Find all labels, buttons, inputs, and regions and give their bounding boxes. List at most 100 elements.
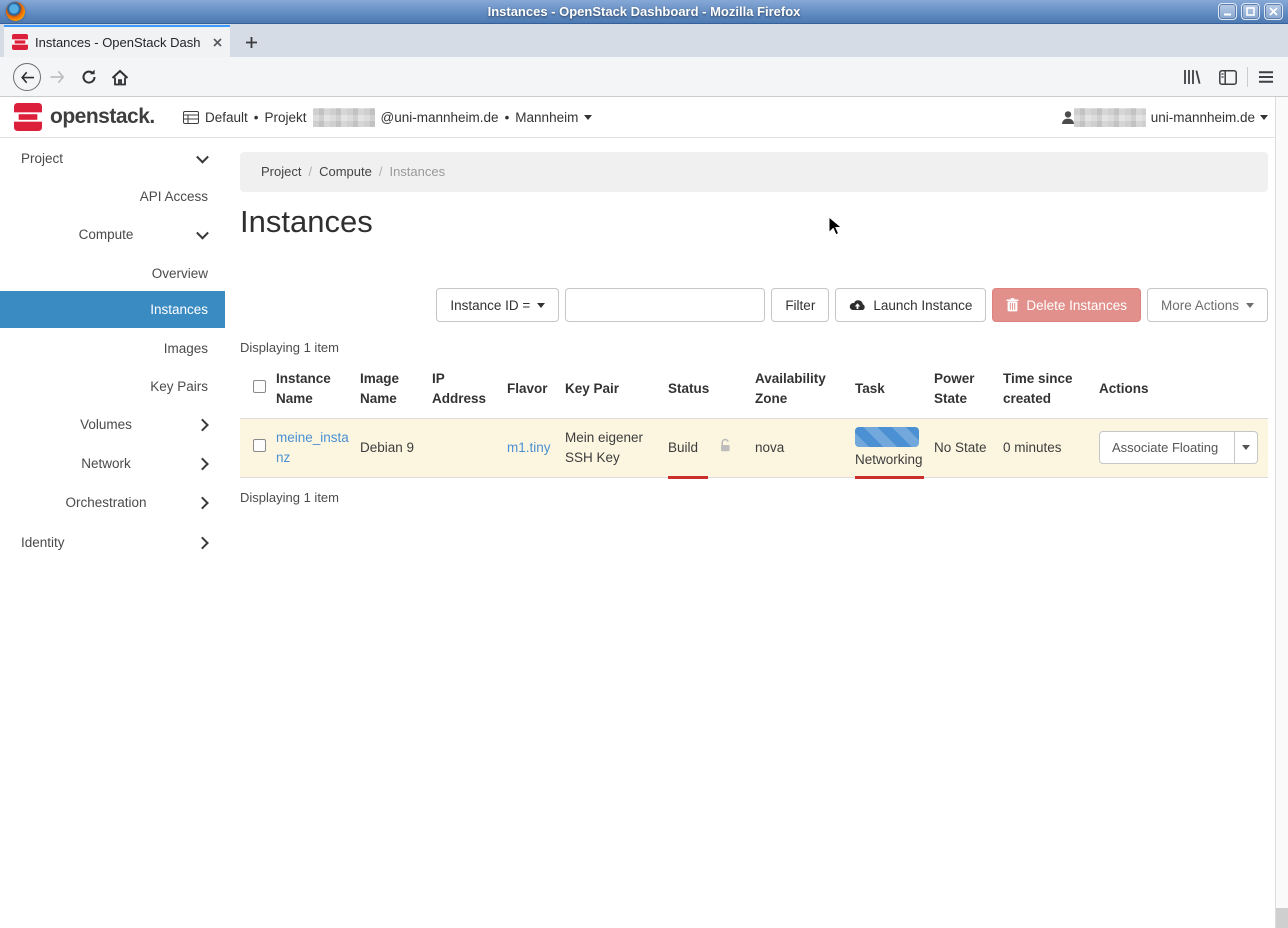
breadcrumb-compute[interactable]: Compute	[319, 164, 372, 179]
breadcrumb-project[interactable]: Project	[261, 164, 301, 179]
breadcrumb-instances: Instances	[389, 164, 445, 179]
filter-field-dropdown[interactable]: Instance ID =	[436, 288, 559, 322]
col-header-image-name: Image Name	[360, 360, 432, 418]
cell-time-since-created: 0 minutes	[1003, 418, 1099, 478]
sidebar-item-project[interactable]: Project	[0, 140, 225, 178]
table-actions-toolbar: Instance ID = Filter Launch Instance	[436, 288, 1268, 322]
filter-button[interactable]: Filter	[771, 288, 829, 322]
sidebar-navigation: Project API Access Compute Overview Inst…	[0, 138, 225, 928]
tab-title: Instances - OpenStack Dash	[35, 35, 206, 50]
window-title: Instances - OpenStack Dashboard - Mozill…	[0, 0, 1288, 24]
browser-tab[interactable]: Instances - OpenStack Dash	[4, 25, 230, 57]
home-button[interactable]	[106, 57, 134, 97]
redacted-project-name	[313, 108, 375, 127]
user-label: uni-mannheim.de	[1151, 110, 1255, 125]
window-titlebar: Instances - OpenStack Dashboard - Mozill…	[0, 0, 1288, 24]
sidebar-toggle-button[interactable]	[1214, 57, 1242, 97]
minimize-button[interactable]	[1218, 3, 1237, 20]
sidebar-item-identity[interactable]: Identity	[0, 524, 225, 562]
sidebar-item-key-pairs[interactable]: Key Pairs	[0, 368, 225, 406]
table-header-row: Instance Name Image Name IP Address Flav…	[240, 360, 1268, 418]
user-icon	[1061, 110, 1075, 125]
context-project-suffix: @uni-mannheim.de	[381, 110, 499, 125]
cell-key-pair: Mein eigener SSH Key	[565, 418, 668, 478]
breadcrumb: Project/Compute/Instances	[240, 152, 1268, 192]
back-arrow-icon	[20, 71, 35, 84]
sidebar-item-orchestration[interactable]: Orchestration	[0, 484, 225, 522]
sidebar-item-instances[interactable]: Instances	[0, 291, 225, 328]
launch-instance-button[interactable]: Launch Instance	[835, 288, 986, 322]
back-button[interactable]	[13, 63, 41, 91]
tab-bar: Instances - OpenStack Dash	[0, 24, 1288, 57]
sidebar-item-images[interactable]: Images	[0, 330, 225, 368]
openstack-logo-icon	[14, 103, 42, 131]
cell-status: Build	[668, 418, 718, 478]
col-header-lock	[718, 360, 755, 418]
col-header-task: Task	[855, 360, 934, 418]
project-context-switcher[interactable]: Default • Projekt @uni-mannheim.de • Man…	[183, 97, 592, 138]
new-tab-button[interactable]	[238, 32, 264, 52]
chevron-down-icon	[196, 151, 209, 164]
library-icon	[1183, 69, 1201, 85]
col-header-key-pair: Key Pair	[565, 360, 668, 418]
select-all-checkbox[interactable]	[253, 380, 266, 393]
reload-icon	[81, 69, 97, 85]
chevron-right-icon	[196, 497, 209, 510]
user-caret-icon	[1260, 115, 1268, 120]
forward-button[interactable]	[44, 57, 70, 97]
context-bullet2: •	[505, 110, 510, 125]
context-bullet: •	[254, 110, 259, 125]
openstack-header: openstack. Default • Projekt @uni-mannhe…	[0, 97, 1288, 138]
sidebar-item-network[interactable]: Network	[0, 445, 225, 483]
col-header-power-state: Power State	[934, 360, 1003, 418]
user-menu[interactable]: uni-mannheim.de	[1061, 97, 1268, 138]
sidebar-item-api-access[interactable]: API Access	[0, 178, 225, 216]
trash-icon	[1006, 298, 1019, 312]
close-button[interactable]	[1264, 3, 1283, 20]
col-header-time-since-created: Time since created	[1003, 360, 1099, 418]
associate-floating-ip-button[interactable]: Associate Floating IP	[1100, 432, 1234, 463]
reload-button[interactable]	[76, 57, 102, 97]
library-button[interactable]	[1178, 57, 1206, 97]
sidebar-item-compute[interactable]: Compute	[0, 216, 225, 254]
cloud-upload-icon	[849, 299, 866, 312]
chevron-right-icon	[196, 419, 209, 432]
task-label: Networking	[855, 450, 924, 470]
cell-power-state: No State	[934, 418, 1003, 478]
col-header-actions: Actions	[1099, 360, 1268, 418]
flavor-link[interactable]: m1.tiny	[507, 440, 551, 455]
redacted-username	[1074, 108, 1146, 127]
cell-task: Networking	[855, 418, 934, 478]
chevron-down-icon	[537, 303, 545, 308]
row-action-dropdown-toggle[interactable]	[1234, 432, 1257, 463]
page-title: Instances	[240, 204, 373, 240]
vertical-scrollbar[interactable]	[1275, 97, 1288, 928]
navigation-toolbar: https://portal.bw-cloud.org/project/inst…	[0, 57, 1288, 97]
plus-icon	[245, 36, 258, 49]
filter-input[interactable]	[565, 288, 765, 322]
delete-instances-button[interactable]: Delete Instances	[992, 288, 1141, 322]
chevron-down-icon	[1242, 445, 1250, 450]
row-action-split-button: Associate Floating IP	[1099, 431, 1258, 464]
chevron-down-icon	[1246, 303, 1254, 308]
table-row: meine_instanz Debian 9 m1.tiny Mein eige…	[240, 418, 1268, 478]
openstack-logo: openstack.	[14, 103, 155, 131]
tab-close-icon[interactable]	[213, 38, 222, 47]
instances-table: Instance Name Image Name IP Address Flav…	[240, 360, 1268, 478]
hamburger-icon	[1258, 70, 1274, 84]
maximize-icon	[1246, 7, 1255, 16]
col-header-status: Status	[668, 360, 718, 418]
home-icon	[111, 69, 129, 86]
row-checkbox[interactable]	[253, 439, 266, 452]
close-icon	[1269, 7, 1278, 16]
sidebar-item-overview[interactable]: Overview	[0, 255, 225, 293]
col-header-ip-address: IP Address	[432, 360, 507, 418]
more-actions-button[interactable]: More Actions	[1147, 288, 1268, 322]
sidebar-item-volumes[interactable]: Volumes	[0, 406, 225, 444]
instance-name-link[interactable]: meine_instanz	[276, 430, 349, 465]
unlocked-icon	[718, 438, 733, 453]
menu-button[interactable]	[1252, 57, 1280, 97]
maximize-button[interactable]	[1241, 3, 1260, 20]
table-footer-count: Displaying 1 item	[240, 490, 339, 505]
cell-ip-address	[432, 418, 507, 478]
